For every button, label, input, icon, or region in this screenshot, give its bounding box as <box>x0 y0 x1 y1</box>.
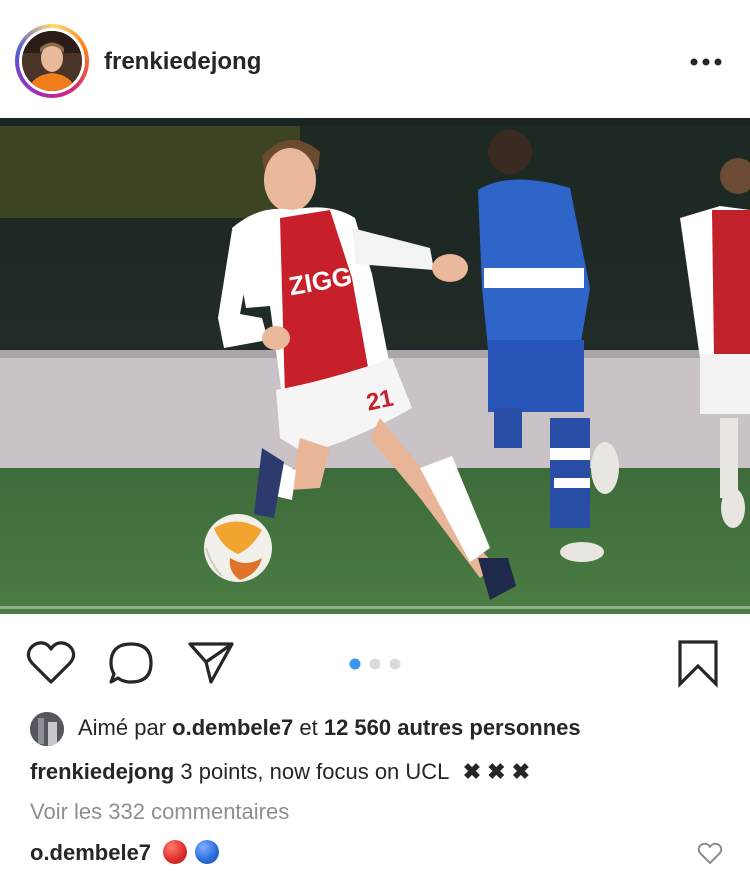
likes-conjunction: et <box>299 715 318 740</box>
comment-row: o.dembele7 <box>30 840 220 866</box>
post-header: frenkiedejong <box>0 0 750 118</box>
heart-icon[interactable] <box>26 640 76 686</box>
likes-summary[interactable]: Aimé par o.dembele7 et 12 560 autres per… <box>30 712 730 746</box>
post-author-username[interactable]: frenkiedejong <box>104 48 261 76</box>
liker-avatar[interactable] <box>30 712 64 746</box>
football <box>204 514 272 582</box>
pagination-dot[interactable] <box>369 658 381 670</box>
caption-emoji: ✖✖✖ <box>462 759 537 784</box>
likes-prefix: Aimé par <box>78 715 167 740</box>
avatar[interactable] <box>15 24 89 98</box>
more-horizontal-icon[interactable] <box>689 55 723 69</box>
red-circle-emoji <box>163 840 188 864</box>
caption-text: 3 points, now focus on UCL <box>180 759 449 784</box>
comment-like-heart-icon[interactable] <box>697 842 723 866</box>
carousel-pagination <box>349 658 401 670</box>
post-caption: frenkiedejong 3 points, now focus on UCL… <box>30 759 536 785</box>
bookmark-icon[interactable] <box>676 638 720 688</box>
jersey-number: 21 <box>364 385 396 417</box>
post-photo[interactable]: ZIGGO 21 <box>0 118 750 614</box>
comment-icon[interactable] <box>107 640 155 686</box>
send-icon[interactable] <box>186 640 236 686</box>
liker-username[interactable]: o.dembele7 <box>172 715 293 740</box>
likes-count[interactable]: 12 560 autres personnes <box>324 715 581 740</box>
view-comments-link[interactable]: Voir les 332 commentaires <box>30 799 289 825</box>
blue-circle-emoji <box>195 840 220 864</box>
pagination-dot[interactable] <box>389 658 401 670</box>
caption-username[interactable]: frenkiedejong <box>30 759 174 784</box>
comment-username[interactable]: o.dembele7 <box>30 840 151 865</box>
pagination-dot-active[interactable] <box>349 658 361 670</box>
